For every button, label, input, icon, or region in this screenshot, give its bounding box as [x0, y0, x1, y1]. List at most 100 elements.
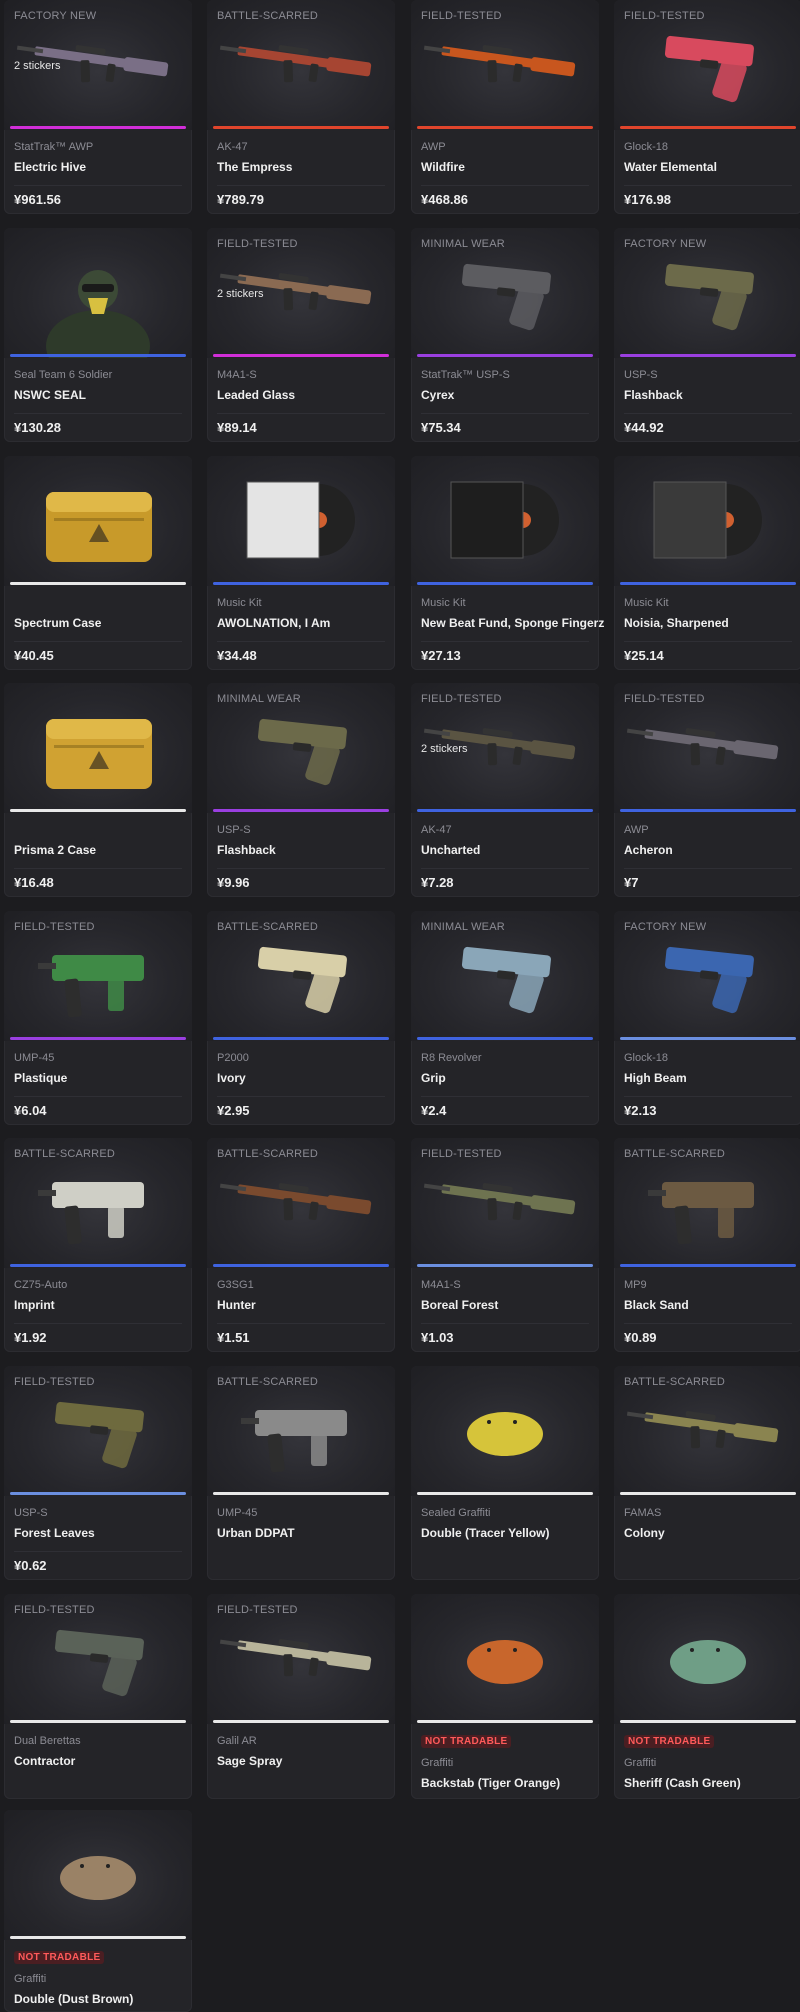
item-image-area[interactable]	[411, 1594, 599, 1724]
item-type: StatTrak™ AWP	[14, 141, 94, 153]
item-image-area[interactable]: FACTORY NEW	[614, 228, 800, 358]
wear-label: BATTLE-SCARRED	[14, 1148, 115, 1160]
item-name: Uncharted	[421, 843, 481, 857]
item-image-area[interactable]: BATTLE-SCARRED	[207, 0, 395, 130]
divider	[217, 1323, 385, 1324]
item-card[interactable]: Music Kit AWOLNATION, I Am ¥34.48	[207, 456, 395, 670]
item-image-area[interactable]	[4, 1810, 192, 1940]
item-card[interactable]: MINIMAL WEAR StatTrak™ USP-S Cyrex ¥75.34	[411, 228, 599, 442]
item-card[interactable]: BATTLE-SCARRED AK-47 The Empress ¥789.79	[207, 0, 395, 214]
item-card[interactable]: Spectrum Case ¥40.45	[4, 456, 192, 670]
item-image-area[interactable]: MINIMAL WEAR	[411, 911, 599, 1041]
wear-label: BATTLE-SCARRED	[217, 921, 318, 933]
divider	[14, 1323, 182, 1324]
wear-label: FIELD-TESTED	[624, 693, 705, 705]
item-card[interactable]: FIELD-TESTED USP-S Forest Leaves ¥0.62	[4, 1366, 192, 1580]
item-image-area[interactable]: FIELD-TESTED	[614, 683, 800, 813]
item-image-area[interactable]: FIELD-TESTED 2 stickers	[207, 228, 395, 358]
rarity-bar	[213, 1037, 389, 1040]
item-card[interactable]: BATTLE-SCARRED G3SG1 Hunter ¥1.51	[207, 1138, 395, 1352]
music-image	[653, 481, 762, 559]
item-image-area[interactable]: BATTLE-SCARRED	[614, 1138, 800, 1268]
item-card[interactable]: NOT TRADABLE Graffiti Sheriff (Cash Green)	[614, 1594, 800, 1799]
item-type: R8 Revolver	[421, 1052, 482, 1064]
item-card[interactable]: Music Kit New Beat Fund, Sponge Fingerz ¥2…	[411, 456, 604, 670]
item-card[interactable]: MINIMAL WEAR USP-S Flashback ¥9.96	[207, 683, 395, 897]
item-name: Wildfire	[421, 160, 465, 174]
wear-label: BATTLE-SCARRED	[217, 1376, 318, 1388]
divider	[14, 868, 182, 869]
item-image-area[interactable]: FIELD-TESTED	[411, 1138, 599, 1268]
item-card[interactable]: FIELD-TESTED M4A1-S Boreal Forest ¥1.03	[411, 1138, 599, 1352]
item-card[interactable]: FIELD-TESTED AWP Wildfire ¥468.86	[411, 0, 599, 214]
item-card[interactable]: Prisma 2 Case ¥16.48	[4, 683, 192, 897]
item-card[interactable]: BATTLE-SCARRED FAMAS Colony	[614, 1366, 800, 1580]
item-image-area[interactable]: FIELD-TESTED	[614, 0, 800, 130]
item-image-area[interactable]: MINIMAL WEAR	[411, 228, 599, 358]
item-type: StatTrak™ USP-S	[421, 369, 510, 381]
item-card[interactable]: Music Kit Noisia, Sharpened ¥25.14	[614, 456, 800, 670]
item-card[interactable]: FIELD-TESTED Galil AR Sage Spray	[207, 1594, 395, 1799]
item-image-area[interactable]	[4, 683, 192, 813]
item-image-area[interactable]: BATTLE-SCARRED	[207, 1366, 395, 1496]
item-price: ¥9.96	[217, 875, 250, 890]
item-image-area[interactable]: FIELD-TESTED	[4, 1594, 192, 1724]
item-card[interactable]: FACTORY NEW Glock-18 High Beam ¥2.13	[614, 911, 800, 1125]
item-name: Electric Hive	[14, 160, 87, 174]
item-card[interactable]: FIELD-TESTED AWP Acheron ¥7	[614, 683, 800, 897]
item-image-area[interactable]	[411, 1366, 599, 1496]
item-type: Music Kit	[624, 597, 669, 609]
item-image-area[interactable]	[207, 456, 395, 586]
item-card[interactable]: Sealed Graffiti Double (Tracer Yellow)	[411, 1366, 599, 1580]
item-type: AWP	[624, 824, 649, 836]
item-card[interactable]: FACTORY NEW 2 stickers StatTrak™ AWP Electr…	[4, 0, 192, 214]
wear-label: FIELD-TESTED	[217, 238, 298, 250]
item-card[interactable]: FIELD-TESTED 2 stickers AK-47 Uncharted ¥7.2…	[411, 683, 599, 897]
item-image-area[interactable]: BATTLE-SCARRED	[4, 1138, 192, 1268]
item-image-area[interactable]: FIELD-TESTED	[4, 1366, 192, 1496]
item-image-area[interactable]: FIELD-TESTED	[207, 1594, 395, 1724]
item-image-area[interactable]	[4, 456, 192, 586]
item-card[interactable]: NOT TRADABLE Graffiti Double (Dust Brown)	[4, 1810, 192, 2012]
item-image-area[interactable]	[411, 456, 599, 586]
item-card[interactable]: Seal Team 6 Soldier NSWC SEAL ¥130.28	[4, 228, 192, 442]
item-name: Flashback	[217, 843, 276, 857]
item-image-area[interactable]	[614, 456, 800, 586]
item-image-area[interactable]	[4, 228, 192, 358]
item-price: ¥2.95	[217, 1103, 250, 1118]
item-image-area[interactable]: BATTLE-SCARRED	[207, 911, 395, 1041]
item-card[interactable]: BATTLE-SCARRED P2000 Ivory ¥2.95	[207, 911, 395, 1125]
item-card[interactable]: FIELD-TESTED 2 stickers M4A1-S Leaded Glass…	[207, 228, 395, 442]
item-image-area[interactable]: FACTORY NEW	[614, 911, 800, 1041]
item-image-area[interactable]: FIELD-TESTED	[4, 911, 192, 1041]
item-type: Graffiti	[624, 1757, 657, 1769]
item-image-area[interactable]: FIELD-TESTED 2 stickers	[411, 683, 599, 813]
rarity-bar	[213, 1264, 389, 1267]
item-card[interactable]: FACTORY NEW USP-S Flashback ¥44.92	[614, 228, 800, 442]
item-card[interactable]: NOT TRADABLE Graffiti Backstab (Tiger Oran…	[411, 1594, 599, 1799]
item-name: The Empress	[217, 160, 293, 174]
item-card[interactable]: FIELD-TESTED Dual Berettas Contractor	[4, 1594, 192, 1799]
item-image-area[interactable]	[614, 1594, 800, 1724]
item-price: ¥40.45	[14, 648, 54, 663]
music-image	[450, 481, 559, 559]
item-name: Grip	[421, 1071, 446, 1085]
item-price: ¥6.04	[14, 1103, 47, 1118]
item-card[interactable]: BATTLE-SCARRED CZ75-Auto Imprint ¥1.92	[4, 1138, 192, 1352]
item-image-area[interactable]: MINIMAL WEAR	[207, 683, 395, 813]
item-image-area[interactable]: FACTORY NEW 2 stickers	[4, 0, 192, 130]
item-card[interactable]: MINIMAL WEAR R8 Revolver Grip ¥2.4	[411, 911, 599, 1125]
wear-label: MINIMAL WEAR	[421, 238, 505, 250]
item-price: ¥130.28	[14, 420, 61, 435]
item-card[interactable]: BATTLE-SCARRED UMP-45 Urban DDPAT	[207, 1366, 395, 1580]
item-card[interactable]: BATTLE-SCARRED MP9 Black Sand ¥0.89	[614, 1138, 800, 1352]
item-price: ¥176.98	[624, 192, 671, 207]
item-image-area[interactable]: BATTLE-SCARRED	[614, 1366, 800, 1496]
item-image-area[interactable]: FIELD-TESTED	[411, 0, 599, 130]
divider	[624, 413, 792, 414]
item-card[interactable]: FIELD-TESTED Glock-18 Water Elemental ¥176.…	[614, 0, 800, 214]
item-card[interactable]: FIELD-TESTED UMP-45 Plastique ¥6.04	[4, 911, 192, 1125]
item-image-area[interactable]: BATTLE-SCARRED	[207, 1138, 395, 1268]
rarity-bar	[620, 1720, 796, 1723]
wear-label: BATTLE-SCARRED	[624, 1148, 725, 1160]
